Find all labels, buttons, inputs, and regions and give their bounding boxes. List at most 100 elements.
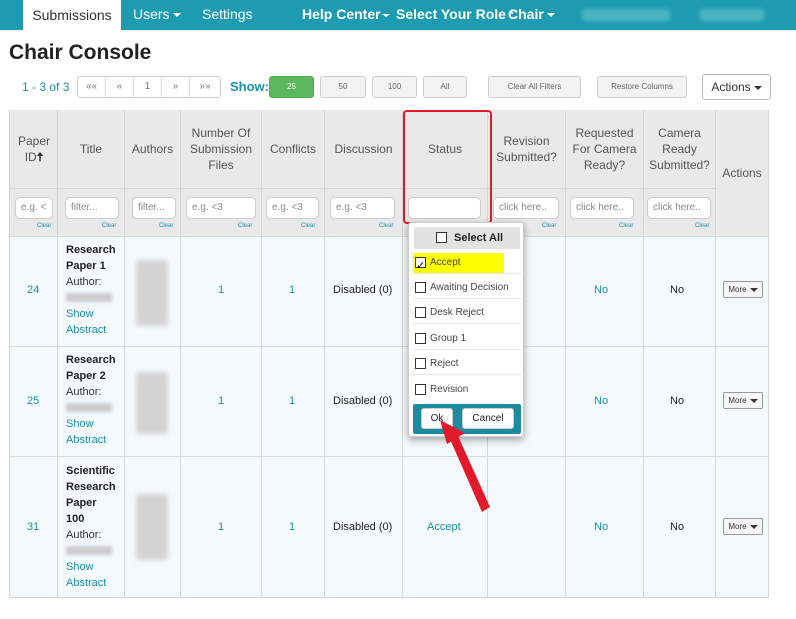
show-25-button[interactable]: 25: [269, 76, 314, 98]
filter-paper-id[interactable]: e.g. <: [15, 197, 53, 219]
clear-filter-link[interactable]: Clear: [37, 223, 51, 229]
pager-page-1[interactable]: 1: [134, 77, 162, 97]
show-abstract-link[interactable]: Show: [66, 416, 116, 432]
column-header-revision[interactable]: Revision Submitted?: [488, 110, 565, 188]
pagination: «« « 1 » »»: [77, 76, 221, 98]
column-header-authors[interactable]: Authors: [125, 110, 180, 188]
nav-users[interactable]: Users: [133, 0, 181, 30]
actions-button[interactable]: Actions: [702, 74, 771, 100]
status-option-revision[interactable]: Revision: [413, 379, 521, 401]
clear-filter-link[interactable]: Clear: [695, 223, 709, 229]
show-abstract-link[interactable]: Abstract: [66, 432, 116, 448]
column-header-discussion[interactable]: Discussion: [325, 110, 402, 188]
paper-title-line[interactable]: Research: [66, 479, 116, 495]
status-value[interactable]: Accept: [427, 521, 461, 533]
num-files-link[interactable]: 1: [218, 284, 224, 296]
filter-num-files[interactable]: e.g. <3: [186, 197, 256, 219]
more-button[interactable]: More: [723, 281, 763, 298]
paper-title-line[interactable]: Scientific: [66, 463, 116, 479]
show-abstract-link[interactable]: Abstract: [66, 322, 116, 338]
filter-title[interactable]: filter...: [65, 197, 119, 219]
dropdown-footer: Ok Cancel: [413, 404, 521, 434]
clear-filter-link[interactable]: Clear: [238, 223, 252, 229]
column-header-requested-camera-ready[interactable]: Requested For Camera Ready?: [566, 110, 643, 188]
filter-camera-ready-submitted[interactable]: click here..: [647, 197, 711, 219]
paper-title-line[interactable]: Paper 1: [66, 258, 116, 274]
filter-revision[interactable]: click here..: [493, 197, 559, 219]
paper-id-link[interactable]: 24: [27, 284, 39, 296]
filter-authors[interactable]: filter...: [132, 197, 176, 219]
filter-conflicts[interactable]: e.g. <3: [266, 197, 319, 219]
pager-first[interactable]: ««: [78, 77, 106, 97]
show-abstract-link[interactable]: Show: [66, 559, 116, 575]
paper-title-line[interactable]: Research: [66, 242, 116, 258]
clear-filter-link[interactable]: Clear: [542, 223, 556, 229]
author-label: Author:: [66, 276, 102, 288]
clear-filter-link[interactable]: Clear: [301, 223, 315, 229]
paper-title-line[interactable]: Paper: [66, 495, 116, 511]
pager-last[interactable]: »»: [190, 77, 220, 97]
column-header-camera-ready-submitted[interactable]: Camera Ready Submitted?: [644, 110, 715, 188]
conflicts-link[interactable]: 1: [289, 284, 295, 296]
logout-redacted[interactable]: [700, 9, 764, 21]
clear-filter-link[interactable]: Clear: [102, 223, 116, 229]
requested-camera-ready-link[interactable]: No: [594, 521, 608, 533]
pager-next[interactable]: »: [162, 77, 190, 97]
role-selector[interactable]: Chair: [508, 0, 555, 30]
paper-title-line[interactable]: 100: [66, 511, 116, 527]
checkbox[interactable]: [415, 358, 426, 369]
requested-camera-ready-link[interactable]: No: [594, 284, 608, 296]
filter-discussion[interactable]: e.g. <3: [330, 197, 395, 219]
nav-submissions[interactable]: Submissions: [23, 0, 121, 30]
annotation-highlight-box: [403, 110, 492, 224]
column-header-title[interactable]: Title: [58, 110, 124, 188]
paper-id-link[interactable]: 25: [27, 395, 39, 407]
user-name-redacted[interactable]: [582, 9, 670, 21]
checkbox[interactable]: [415, 307, 426, 318]
show-100-button[interactable]: 100: [372, 76, 417, 98]
select-all-checkbox[interactable]: [436, 232, 447, 243]
checkbox[interactable]: [415, 384, 426, 395]
pager-prev[interactable]: «: [106, 77, 134, 97]
status-option-desk-reject[interactable]: Desk Reject: [413, 302, 521, 324]
status-option-awaiting-decision[interactable]: Awaiting Decision: [413, 277, 521, 299]
clear-all-filters-button[interactable]: Clear All Filters: [488, 76, 581, 98]
column-header-num-files[interactable]: Number Of Submission Files: [183, 110, 259, 188]
checkbox[interactable]: [415, 333, 426, 344]
ok-button[interactable]: Ok: [421, 408, 453, 429]
status-option-group-1[interactable]: Group 1: [413, 328, 521, 350]
filter-requested-camera-ready[interactable]: click here..: [570, 197, 634, 219]
show-50-button[interactable]: 50: [320, 76, 366, 98]
accept-checkbox[interactable]: [415, 255, 426, 277]
column-header-conflicts[interactable]: Conflicts: [262, 110, 324, 188]
checkbox[interactable]: [415, 282, 426, 293]
restore-columns-button[interactable]: Restore Columns: [597, 76, 687, 98]
paper-title-line[interactable]: Research: [66, 352, 116, 368]
more-button[interactable]: More: [723, 518, 763, 535]
num-files-link[interactable]: 1: [218, 395, 224, 407]
show-abstract-link[interactable]: Abstract: [66, 575, 116, 591]
nav-help-center[interactable]: Help Center: [302, 0, 390, 30]
column-header-paper-id[interactable]: Paper ID🠅: [11, 110, 57, 188]
clear-filter-link[interactable]: Clear: [619, 223, 633, 229]
paper-id-link[interactable]: 31: [27, 521, 39, 533]
conflicts-link[interactable]: 1: [289, 521, 295, 533]
title-cell: Research Paper 1 Author: Show Abstract: [66, 242, 116, 338]
show-all-button[interactable]: All: [423, 76, 467, 98]
select-all-option[interactable]: Select All: [414, 227, 520, 249]
conflicts-link[interactable]: 1: [289, 395, 295, 407]
more-button[interactable]: More: [723, 392, 763, 409]
author-label: Author:: [66, 529, 102, 541]
status-option-accept[interactable]: Accept: [413, 252, 521, 277]
clear-filter-link[interactable]: Clear: [379, 223, 393, 229]
camera-ready-value: No: [670, 395, 685, 407]
show-abstract-link[interactable]: Show: [66, 306, 116, 322]
clear-filter-link[interactable]: Clear: [159, 223, 173, 229]
paper-title-line[interactable]: Paper 2: [66, 368, 116, 384]
title-cell: Research Paper 2 Author: Show Abstract: [66, 352, 116, 448]
nav-settings[interactable]: Settings: [202, 0, 253, 30]
status-option-reject[interactable]: Reject: [413, 353, 521, 375]
requested-camera-ready-link[interactable]: No: [594, 395, 608, 407]
num-files-link[interactable]: 1: [218, 521, 224, 533]
cancel-button[interactable]: Cancel: [462, 408, 514, 429]
